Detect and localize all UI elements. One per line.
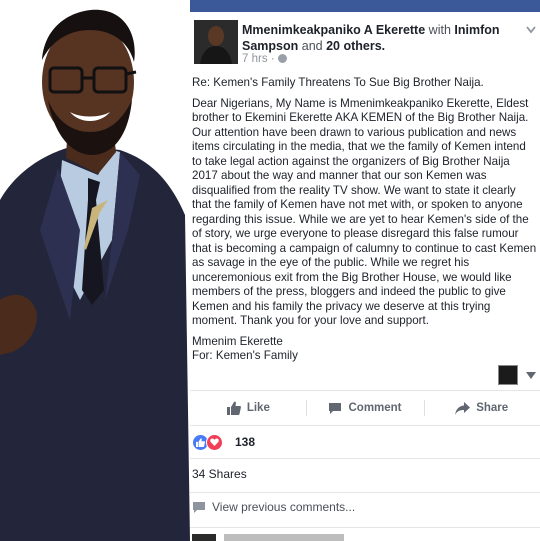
post-message: Dear Nigerians, My Name is Mmenimkeakpan…	[192, 96, 537, 328]
post-timestamp[interactable]: 7 hrs ·	[242, 53, 287, 65]
author-name-link[interactable]: Mmenimkeakpaniko A Ekerette	[242, 23, 425, 37]
post-subject: Re: Kemen's Family Threatens To Sue Big …	[192, 76, 484, 89]
love-reaction-icon	[206, 433, 223, 451]
divider	[190, 527, 540, 528]
view-previous-label: View previous comments...	[212, 500, 356, 514]
signature-name: Mmenim Ekerette	[192, 334, 283, 348]
post-header: Mmenimkeakpaniko A Ekerette with Inimfon…	[190, 12, 540, 72]
reactions-summary[interactable]: 138	[192, 432, 255, 452]
man-portrait-image	[0, 0, 190, 541]
app-top-bar	[190, 0, 540, 12]
commenter-name-placeholder	[224, 534, 344, 541]
divider	[424, 400, 425, 416]
next-comment-preview	[192, 532, 372, 541]
portrait-photo	[0, 0, 190, 541]
chevron-down-icon[interactable]	[526, 26, 536, 34]
like-button[interactable]: Like	[190, 391, 307, 425]
share-label: Share	[476, 402, 509, 414]
comment-icon	[193, 501, 205, 513]
comment-label: Comment	[348, 402, 402, 414]
reaction-count: 138	[235, 435, 256, 449]
author-avatar[interactable]	[194, 20, 238, 64]
with-word: with	[428, 23, 451, 37]
globe-icon	[277, 54, 287, 63]
thumbs-up-icon	[226, 401, 241, 415]
share-arrow-icon	[455, 401, 471, 415]
facebook-post: Mmenimkeakpaniko A Ekerette with Inimfon…	[190, 0, 540, 541]
comment-icon	[329, 402, 342, 414]
avatar-icon	[194, 20, 238, 64]
shares-count-link[interactable]: 34 Shares	[192, 467, 247, 481]
and-word: and	[301, 39, 323, 53]
like-label: Like	[246, 402, 270, 414]
post-body: Re: Kemen's Family Threatens To Sue Big …	[192, 76, 538, 364]
signature: Mmenim Ekerette For: Kemen's Family	[192, 335, 538, 364]
share-button[interactable]: Share	[423, 391, 540, 425]
divider	[190, 425, 540, 426]
divider	[306, 400, 307, 416]
comment-button[interactable]: Comment	[307, 391, 424, 425]
divider	[190, 492, 540, 493]
divider	[190, 458, 540, 459]
author-line: Mmenimkeakpaniko A Ekerette with Inimfon…	[242, 22, 522, 54]
post-actions: Like Comment Share	[190, 391, 540, 425]
chevron-down-icon[interactable]	[526, 372, 536, 379]
share-as-avatar[interactable]	[498, 365, 518, 385]
signature-for: For: Kemen's Family	[192, 349, 298, 362]
commenter-avatar	[192, 534, 216, 541]
time-text: 7 hrs ·	[242, 53, 275, 65]
others-link[interactable]: 20 others.	[326, 39, 385, 53]
view-previous-comments-link[interactable]: View previous comments...	[192, 500, 355, 514]
